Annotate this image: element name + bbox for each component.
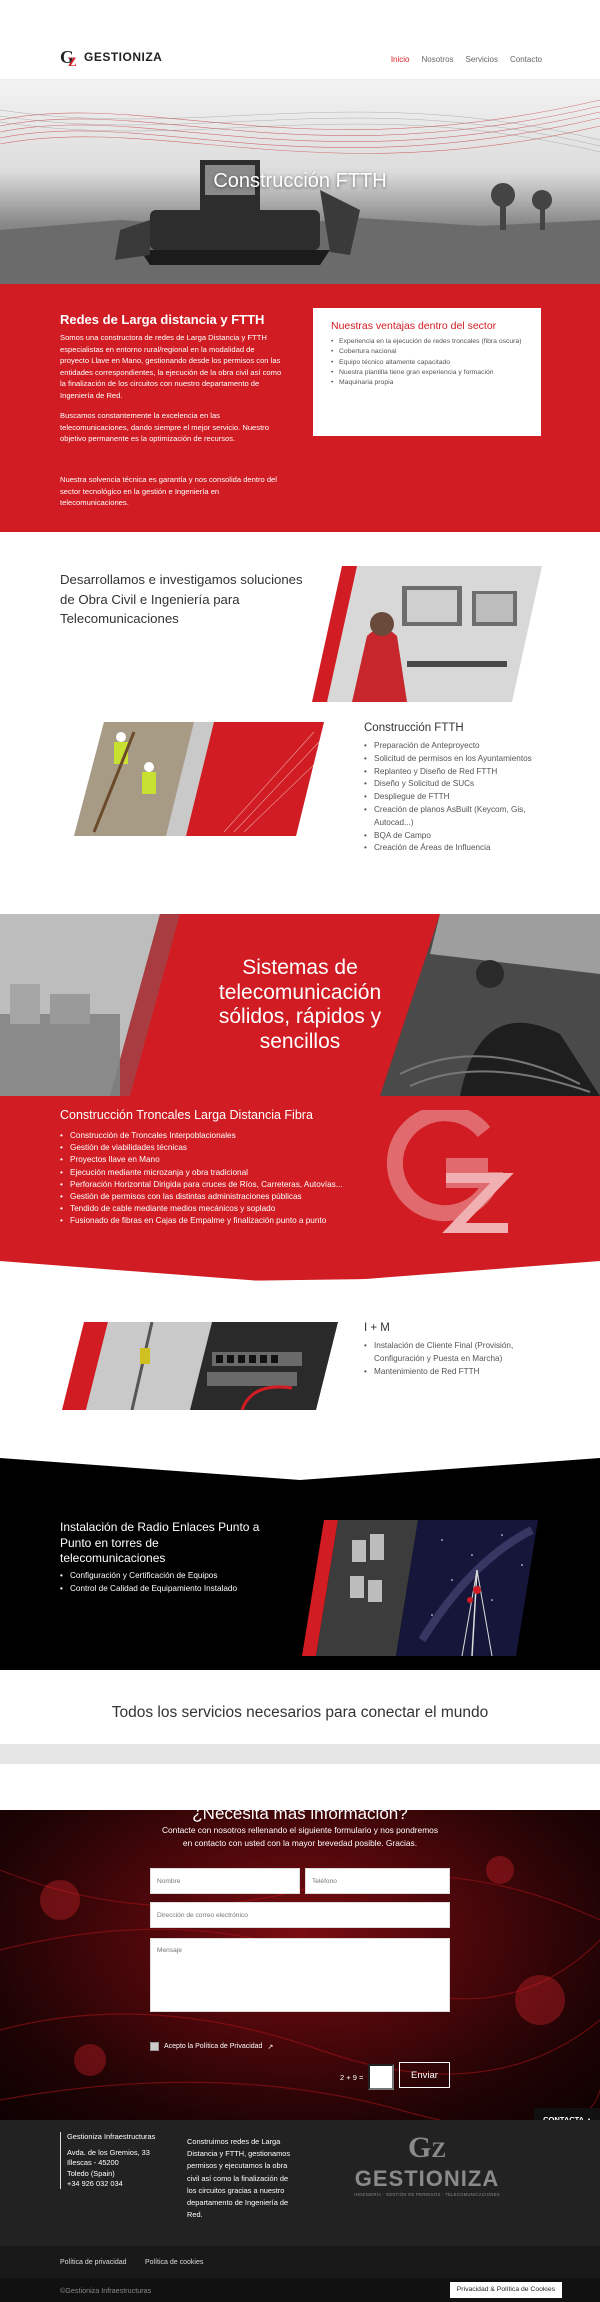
- intro-paragraph-1: Somos una constructora de redes de Larga…: [60, 333, 282, 400]
- site-header: GZ GESTIONIZA Inicio Nosotros Servicios …: [0, 0, 600, 80]
- intro-title: Redes de Larga distancia y FTTH: [60, 312, 265, 327]
- antenna-photo: [302, 1520, 538, 1656]
- advantages-box: Nuestras ventajas dentro del sector Expe…: [313, 308, 541, 436]
- privacy-label[interactable]: Acepto la Política de Privacidad: [164, 2043, 262, 2050]
- address-line: Illescas - 45200: [67, 2158, 119, 2168]
- troncales-list: Construcción de Troncales Interpoblacion…: [60, 1130, 350, 1228]
- list-item: Maquinaria propia: [331, 378, 523, 389]
- troncales-section: Construcción Troncales Larga Distancia F…: [0, 1096, 600, 1284]
- radio-title: Instalación de Radio Enlaces Punto a Pun…: [60, 1520, 260, 1565]
- logo-text: GESTIONIZA: [84, 50, 163, 64]
- workers-photo: [74, 722, 324, 836]
- privacy-checkbox[interactable]: [150, 2042, 159, 2051]
- im-list: Instalación de Cliente Final (Provisión,…: [364, 1340, 544, 1378]
- gz-logo-icon: GZ: [60, 47, 77, 69]
- footer-logo: GZ GESTIONIZA INGENIERÍA · GESTIÓN DE PE…: [352, 2131, 502, 2198]
- external-link-icon: ↗: [267, 2043, 274, 2051]
- company-name: Gestioniza Infraestructuras: [67, 2132, 156, 2141]
- site-logo[interactable]: GZ GESTIONIZA: [60, 47, 163, 69]
- list-item: Proyectos llave en Mano: [60, 1154, 350, 1166]
- privacy-policy-link[interactable]: Política de privacidad: [60, 2259, 127, 2266]
- list-item: Perforación Horizontal Dirigida para cru…: [60, 1179, 350, 1191]
- name-field[interactable]: [150, 1868, 300, 1894]
- divider-strip: [0, 1744, 600, 1764]
- contact-title: ¿Necesita más información?: [192, 1810, 408, 1823]
- site-footer: Gestioniza Infraestructuras Avda. de los…: [0, 2120, 600, 2246]
- list-item: Creación de planos AsBuilt (Keycom, Gis,…: [364, 804, 544, 830]
- advantages-title: Nuestras ventajas dentro del sector: [331, 320, 497, 332]
- footer-bottom: ©Gestioniza Infraestructuras Privacidad …: [0, 2278, 600, 2302]
- contact-description: Contacte con nosotros rellenando el sigu…: [161, 1825, 439, 1848]
- privacy-consent: Acepto la Política de Privacidad ↗: [150, 2042, 273, 2051]
- address-line: Avda. de los Gremios, 33: [67, 2148, 150, 2158]
- list-item: Creación de Áreas de Influencia: [364, 842, 544, 855]
- im-photo: [62, 1322, 338, 1410]
- list-item: Solicitud de permisos en los Ayuntamient…: [364, 753, 544, 766]
- address-line: Toledo (Spain): [67, 2168, 115, 2178]
- engineer-photo: [312, 566, 542, 702]
- list-item: Despliegue de FTTH: [364, 791, 544, 804]
- captcha-input[interactable]: [368, 2064, 395, 2090]
- nav-inicio[interactable]: Inicio: [391, 55, 410, 64]
- nav-contacto[interactable]: Contacto: [510, 55, 542, 64]
- phone-field[interactable]: [305, 1868, 450, 1894]
- ftth-title: Construcción FTTH: [364, 722, 464, 734]
- systems-banner: Sistemas de telecomunicación sólidos, rá…: [0, 914, 600, 1096]
- intro-section: Redes de Larga distancia y FTTH Somos un…: [0, 284, 600, 532]
- intro-paragraph-2: Buscamos constantemente la excelencia en…: [60, 411, 269, 443]
- gz-logo-icon: GZ: [407, 2131, 447, 2164]
- nav-nosotros[interactable]: Nosotros: [422, 55, 454, 64]
- list-item: Construcción de Troncales Interpoblacion…: [60, 1130, 350, 1142]
- tagline: Todos los servicios necesarios para cone…: [111, 1704, 489, 1721]
- list-item: BQA de Campo: [364, 830, 544, 843]
- list-item: Gestión de viabilidades técnicas: [60, 1142, 350, 1154]
- footer-address: Gestioniza Infraestructuras Avda. de los…: [60, 2132, 160, 2190]
- list-item: Ejecución mediante microzanja y obra tra…: [60, 1167, 350, 1179]
- list-item: Preparación de Anteproyecto: [364, 740, 544, 753]
- systems-text: Sistemas de telecomunicación sólidos, rá…: [218, 956, 382, 1053]
- troncales-title: Construcción Troncales Larga Distancia F…: [60, 1108, 313, 1122]
- privacy-cookies-badge[interactable]: Privacidad & Política de Cookies: [449, 2282, 562, 2298]
- footer-links: Política de privacidad Política de cooki…: [0, 2246, 600, 2278]
- im-title: I + M: [364, 1322, 390, 1334]
- intro-paragraph-3: Nuestra solvencia técnica es garantía y …: [60, 475, 277, 507]
- list-item: Experiencia en la ejecución de redes tro…: [331, 337, 523, 348]
- list-item: Configuración y Certificación de Equipos: [60, 1570, 250, 1583]
- list-item: Equipo técnico altamente capacitado: [331, 358, 523, 369]
- footer-logo-subtitle: INGENIERÍA · GESTIÓN DE PERMISOS · TELEC…: [354, 2192, 500, 2197]
- contact-section: ¿Necesita más información? Contacte con …: [0, 1810, 600, 2120]
- list-item: Fusionado de fibras en Cajas de Empalme …: [60, 1215, 350, 1227]
- list-item: Diseño y Solicitud de SUCs: [364, 778, 544, 791]
- services-heading: Desarrollamos e investigamos soluciones …: [60, 572, 303, 626]
- phone[interactable]: +34 926 032 034: [67, 2179, 160, 2189]
- main-nav: Inicio Nosotros Servicios Contacto: [391, 55, 542, 64]
- advantages-list: Experiencia en la ejecución de redes tro…: [331, 337, 523, 389]
- captcha: 2 + 9 =: [340, 2064, 395, 2090]
- list-item: Mantenimiento de Red FTTH: [364, 1366, 544, 1379]
- list-item: Control de Calidad de Equipamiento Insta…: [60, 1583, 250, 1596]
- radio-section: Instalación de Radio Enlaces Punto a Pun…: [0, 1458, 600, 1670]
- hero-title: Construcción FTTH: [213, 170, 387, 192]
- cookies-policy-link[interactable]: Política de cookies: [145, 2259, 203, 2266]
- list-item: Gestión de permisos con las distintas ad…: [60, 1191, 350, 1203]
- message-field[interactable]: [150, 1938, 450, 2012]
- list-item: Tendido de cable mediante medios mecánic…: [60, 1203, 350, 1215]
- gz-watermark-icon: [386, 1110, 514, 1233]
- copyright: ©Gestioniza Infraestructuras: [60, 2286, 152, 2295]
- radio-list: Configuración y Certificación de Equipos…: [60, 1570, 250, 1595]
- send-button[interactable]: Enviar: [399, 2062, 450, 2088]
- hero-banner: Construcción FTTH: [0, 80, 600, 284]
- list-item: Cobertura nacional: [331, 347, 523, 358]
- ftth-list: Preparación de Anteproyecto Solicitud de…: [364, 740, 544, 855]
- nav-servicios[interactable]: Servicios: [466, 55, 498, 64]
- captcha-question: 2 + 9 =: [340, 2072, 364, 2082]
- email-field[interactable]: [150, 1902, 450, 1928]
- footer-logo-word: GESTIONIZA: [354, 2166, 500, 2191]
- list-item: Instalación de Cliente Final (Provisión,…: [364, 1340, 544, 1366]
- list-item: Replanteo y Diseño de Red FTTH: [364, 766, 544, 779]
- footer-about: Construimos redes de Larga Distancia y F…: [187, 2137, 291, 2220]
- list-item: Nuestra plantilla tiene gran experiencia…: [331, 368, 523, 379]
